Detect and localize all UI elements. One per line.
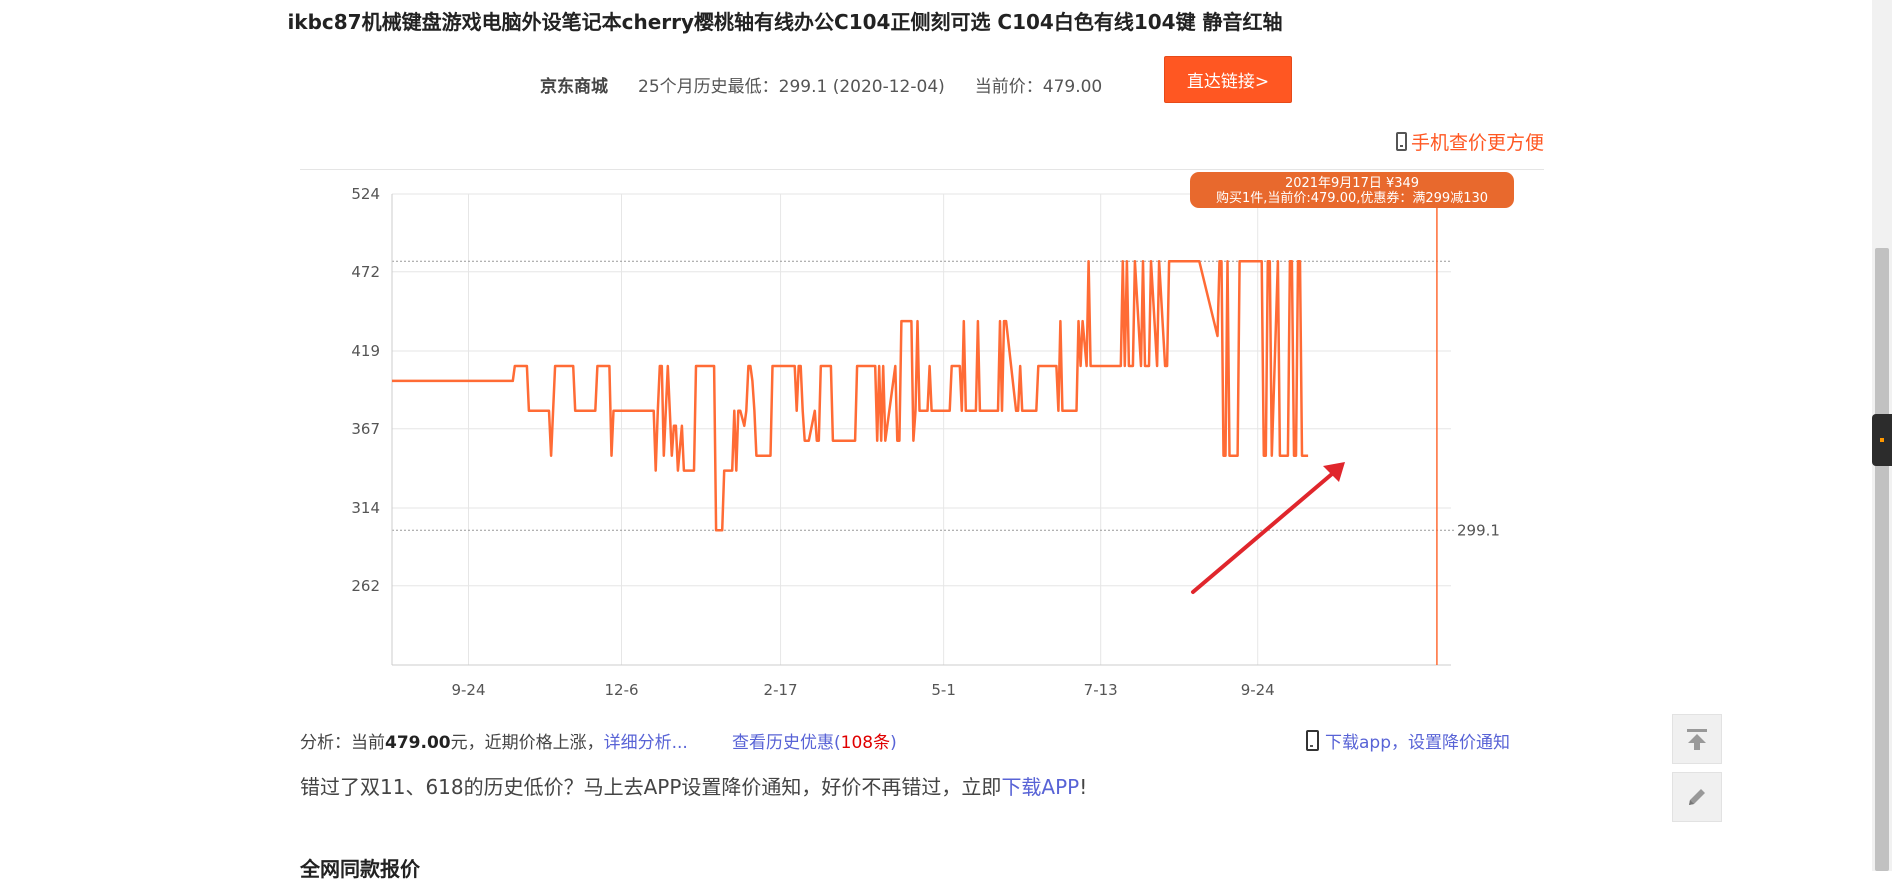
history-deals-close: )	[890, 733, 897, 753]
side-drawer-handle[interactable]	[1872, 414, 1892, 466]
y-tick-label: 367	[351, 420, 380, 438]
tooltip-line1: 2021年9月17日 ¥349	[1285, 176, 1419, 191]
go-to-store-button[interactable]: 直达链接>	[1164, 56, 1292, 103]
reference-lines: 299.1	[392, 260, 1500, 539]
app-notify-link[interactable]: 下载app，设置降价通知	[1306, 728, 1510, 753]
y-tick-label: 472	[351, 263, 380, 281]
history-deals-count: 108条	[840, 733, 891, 753]
reference-line-label: 299.1	[1457, 521, 1500, 539]
x-tick-label: 12-6	[604, 681, 638, 699]
analysis-text: 分析：当前479.00元，近期价格上涨，详细分析...	[300, 728, 688, 753]
analysis-price: 479.00	[385, 733, 451, 753]
y-tick-label: 314	[351, 499, 380, 517]
price-series	[392, 260, 1309, 532]
promo-end: !	[1079, 775, 1088, 799]
section-title: 全网同款报价	[300, 857, 420, 881]
analysis-prefix: 分析：当前	[300, 733, 385, 753]
x-tick-label: 9-24	[1241, 681, 1275, 699]
pencil-icon	[1689, 789, 1705, 805]
annotation-arrow	[1191, 462, 1345, 594]
phone-icon	[1395, 132, 1407, 151]
arrow-up-icon	[1687, 729, 1707, 750]
chart-tooltip: 2021年9月17日 ¥349购买1件,当前价:479.00,优惠券：满299减…	[1190, 172, 1514, 208]
history-deals-link[interactable]: 查看历史优惠(108条)	[732, 728, 897, 753]
y-tick-label: 524	[351, 185, 380, 203]
chart-axes: 262 314 367 419 472 524 9-24 12-6 2-17 5-1 7-13 9-2…	[351, 185, 1451, 699]
price-history-chart[interactable]: 299.1 262 314 367 419 472 524 9-24 12-6 2-17 5-1 7…	[300, 172, 1544, 712]
x-tick-label: 7-13	[1084, 681, 1118, 699]
phone-icon	[1306, 730, 1319, 751]
promo-text: 错过了双11、618的历史低价？马上去APP设置降价通知，好价不再错过，立即	[300, 775, 1002, 799]
history-deals-label: 查看历史优惠(	[732, 733, 841, 753]
app-notify-label: 下载app，设置降价通知	[1325, 733, 1510, 753]
tooltip-line2: 购买1件,当前价:479.00,优惠券：满299减130	[1216, 190, 1488, 206]
feedback-button[interactable]	[1672, 772, 1722, 822]
product-title: ikbc87机械键盘游戏电脑外设笔记本cherry樱桃轴有线办公C104正侧刻可…	[287, 10, 1283, 34]
mobile-price-link-label: 手机查价更方便	[1410, 132, 1544, 154]
x-tick-label: 9-24	[451, 681, 485, 699]
back-to-top-button[interactable]	[1672, 714, 1722, 764]
x-tick-label: 2-17	[764, 681, 798, 699]
mobile-price-link[interactable]: 手机查价更方便	[1395, 128, 1544, 155]
y-tick-label: 419	[351, 342, 380, 360]
divider	[300, 169, 1544, 170]
analysis-row: 分析：当前479.00元，近期价格上涨，详细分析... 查看历史优惠(108条)…	[300, 728, 1510, 754]
scrollbar-thumb[interactable]	[1875, 248, 1889, 871]
price-info-bar: 京东商城 25个月历史最低：299.1 (2020-12-04) 当前价：479…	[540, 64, 1102, 104]
y-tick-label: 262	[351, 577, 380, 595]
x-tick-label: 5-1	[931, 681, 956, 699]
price-line	[392, 260, 1309, 532]
promo-row: 错过了双11、618的历史低价？马上去APP设置降价通知，好价不再错过，立即下载…	[300, 771, 1087, 800]
store-name: 京东商城	[540, 76, 608, 97]
current-price: 当前价：479.00	[974, 76, 1103, 97]
history-low: 25个月历史最低：299.1 (2020-12-04)	[638, 76, 945, 97]
detail-analysis-link[interactable]: 详细分析...	[604, 733, 688, 753]
analysis-suffix: 元，近期价格上涨，	[450, 733, 604, 753]
download-app-link[interactable]: 下载APP	[1001, 775, 1079, 799]
